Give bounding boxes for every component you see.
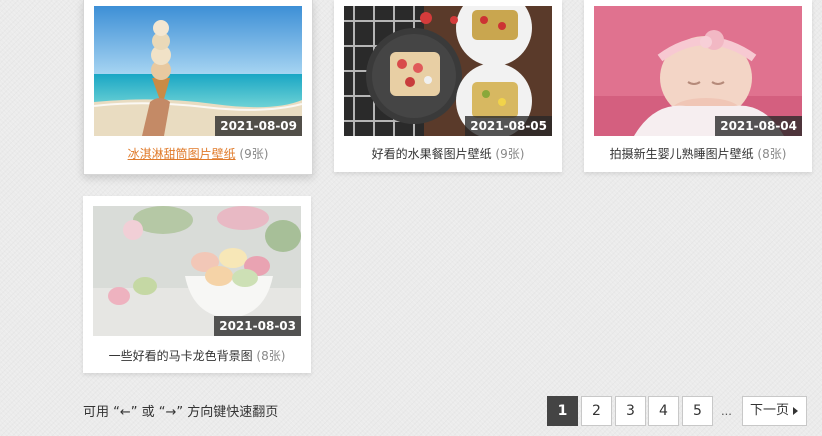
next-page-label: 下一页 — [750, 403, 790, 418]
thumbnail-image[interactable]: 2021-08-09 — [94, 6, 302, 136]
card-caption: 一些好看的马卡龙色背景图 (8张) — [83, 347, 311, 364]
card-caption: 好看的水果餐图片壁纸 (9张) — [334, 145, 562, 162]
thumbnail-image[interactable]: 2021-08-05 — [344, 6, 552, 136]
card-caption: 拍摄新生婴儿熟睡图片壁纸 (8张) — [584, 145, 812, 162]
date-badge: 2021-08-05 — [465, 116, 552, 136]
image-count: (9张) — [495, 147, 525, 161]
thumbnail-image[interactable]: 2021-08-04 — [594, 6, 802, 136]
date-badge: 2021-08-04 — [715, 116, 802, 136]
date-badge: 2021-08-03 — [214, 316, 301, 336]
page-button[interactable]: 3 — [615, 396, 646, 426]
card-title-link[interactable]: 冰淇淋甜筒图片壁纸 — [128, 147, 236, 161]
image-count: (9张) — [239, 147, 269, 161]
page-button[interactable]: 4 — [648, 396, 679, 426]
card-title-link[interactable]: 好看的水果餐图片壁纸 — [372, 147, 492, 161]
gallery-card[interactable]: 2021-08-03 一些好看的马卡龙色背景图 (8张) — [83, 196, 311, 373]
page-button-current[interactable]: 1 — [547, 396, 578, 426]
next-page-button[interactable]: 下一页 — [742, 396, 808, 426]
card-caption: 冰淇淋甜筒图片壁纸 (9张) — [84, 145, 312, 162]
card-title-link[interactable]: 一些好看的马卡龙色背景图 — [109, 349, 253, 363]
gallery-card[interactable]: 2021-08-04 拍摄新生婴儿熟睡图片壁纸 (8张) — [584, 0, 812, 172]
keyboard-navigation-hint: 可用 “←” 或 “→” 方向键快速翻页 — [83, 405, 279, 420]
gallery-card[interactable]: 2021-08-05 好看的水果餐图片壁纸 (9张) — [334, 0, 562, 172]
page-button[interactable]: 5 — [682, 396, 713, 426]
page-button[interactable]: 2 — [581, 396, 612, 426]
pagination-ellipsis: ... — [721, 403, 732, 418]
gallery-card[interactable]: 2021-08-09 冰淇淋甜筒图片壁纸 (9张) — [83, 0, 313, 175]
date-badge: 2021-08-09 — [215, 116, 302, 136]
caret-right-icon — [793, 406, 799, 415]
thumbnail-image[interactable]: 2021-08-03 — [93, 206, 301, 336]
card-title-link[interactable]: 拍摄新生婴儿熟睡图片壁纸 — [610, 147, 754, 161]
image-count: (8张) — [757, 147, 787, 161]
image-count: (8张) — [256, 349, 286, 363]
